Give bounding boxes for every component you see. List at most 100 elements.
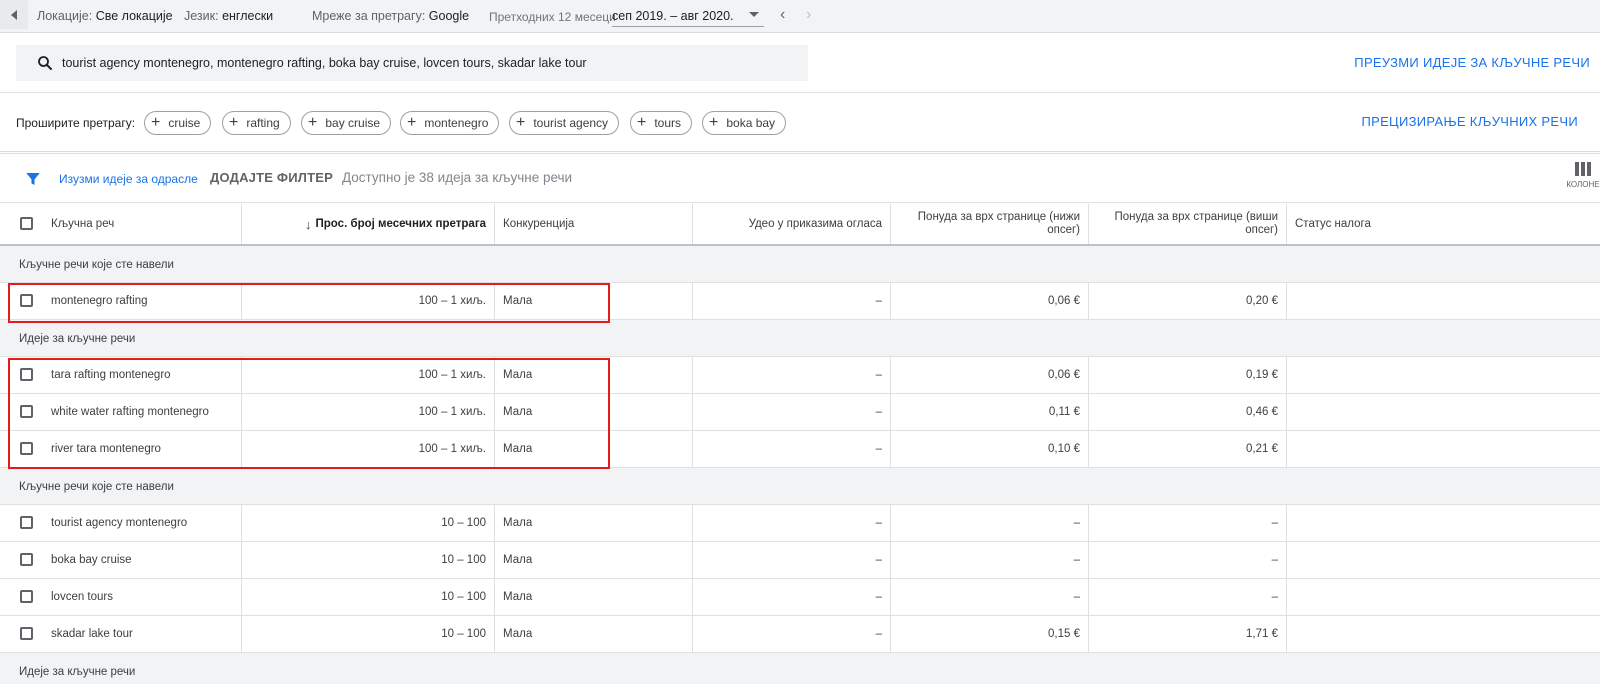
header-account-status[interactable]: Статус налога [1287, 204, 1600, 244]
chevron-right-icon[interactable]: › [806, 7, 811, 23]
chip-rafting[interactable]: + rafting [222, 111, 291, 135]
chip-label: tours [654, 116, 682, 130]
collapse-button[interactable] [0, 0, 28, 29]
group-label: Идеје за кључне речи [19, 333, 136, 345]
bid-high-cell: 0,21 € [1089, 431, 1287, 467]
chip-label: montenegro [424, 116, 489, 130]
search-icon [38, 56, 52, 70]
keyword-ideas-table: Кључна реч ↓ Прос. број месечних претраг… [0, 204, 1600, 684]
bid-high-cell: – [1089, 542, 1287, 578]
table-row: lovcen tours 10 – 100 Мала – – – [0, 579, 1600, 616]
avg-searches-cell: 100 – 1 хиљ. [242, 431, 495, 467]
locations-setting[interactable]: Локације: Све локације [37, 9, 173, 23]
refine-keywords-button[interactable]: ПРЕЦИЗИРАЊЕ КЉУЧНИХ РЕЧИ [1361, 114, 1578, 129]
chip-label: rafting [246, 116, 280, 130]
keyword-search-box[interactable]: tourist agency montenegro, montenegro ra… [16, 45, 808, 81]
bid-low-cell: – [891, 505, 1089, 541]
row-checkbox[interactable] [20, 516, 33, 529]
row-checkbox[interactable] [20, 294, 33, 307]
account-status-cell [1287, 505, 1600, 541]
keyword-text: skadar lake tour [51, 628, 133, 640]
impression-share-cell: – [693, 505, 891, 541]
date-range-underline [612, 26, 764, 27]
keyword-text: white water rafting montenegro [51, 406, 209, 418]
networks-setting[interactable]: Мреже за претрагу: Google [312, 9, 469, 23]
group-label: Кључне речи које сте навели [19, 481, 174, 493]
row-checkbox[interactable] [20, 553, 33, 566]
chevron-left-icon[interactable]: ‹ [780, 7, 785, 23]
avg-searches-cell: 100 – 1 хиљ. [242, 394, 495, 430]
header-competition[interactable]: Конкуренција [495, 204, 693, 244]
competition-cell: Мала [495, 505, 693, 541]
chip-tourist-agency[interactable]: + tourist agency [509, 111, 620, 135]
locations-label: Локације: [37, 9, 93, 23]
bid-high-cell: 1,71 € [1089, 616, 1287, 652]
keyword-cell: river tara montenegro [0, 431, 242, 467]
keyword-cell: tara rafting montenegro [0, 357, 242, 393]
chip-montenegro[interactable]: + montenegro [400, 111, 500, 135]
bid-low-cell: 0,06 € [891, 283, 1089, 319]
header-account-status-label: Статус налога [1295, 217, 1371, 230]
avg-searches-cell: 10 – 100 [242, 616, 495, 652]
competition-cell: Мала [495, 357, 693, 393]
columns-label: КОЛОНЕ [1566, 180, 1600, 189]
search-section: tourist agency montenegro, montenegro ra… [0, 34, 1600, 93]
dropdown-arrow-icon[interactable] [749, 12, 759, 17]
language-setting[interactable]: Језик: енглески [184, 9, 273, 23]
networks-value: Google [428, 9, 470, 23]
keyword-cell: montenegro rafting [0, 283, 242, 319]
expand-search-label: Проширите претрагу: [16, 116, 136, 130]
select-all-checkbox[interactable] [20, 217, 33, 230]
date-range-select[interactable]: сеп 2019. – авг 2020. [612, 9, 734, 23]
columns-button[interactable]: КОЛОНЕ [1566, 162, 1600, 198]
row-checkbox[interactable] [20, 405, 33, 418]
competition-cell: Мала [495, 431, 693, 467]
impression-share-cell: – [693, 357, 891, 393]
account-status-cell [1287, 357, 1600, 393]
header-bid-low-label: Понуда за врх странице (нижи опсег) [917, 211, 1080, 236]
sort-arrow-down-icon: ↓ [305, 216, 312, 232]
chip-boka-bay[interactable]: + boka bay [702, 111, 787, 135]
keyword-cell: tourist agency montenegro [0, 505, 242, 541]
keyword-text: tourist agency montenegro [51, 517, 188, 529]
add-filter-button[interactable]: ДОДАЈТЕ ФИЛТЕР [210, 170, 333, 185]
chip-label: cruise [168, 116, 201, 130]
table-row: tara rafting montenegro 100 – 1 хиљ. Мал… [0, 357, 1600, 394]
group-header: Идеје за кључне речи [0, 653, 1600, 684]
table-header: Кључна реч ↓ Прос. број месечних претраг… [0, 204, 1600, 246]
exclude-adult-ideas-toggle[interactable]: Изузми идеје за одрасле [59, 172, 198, 186]
columns-icon [1575, 162, 1591, 176]
chip-label: bay cruise [325, 116, 381, 130]
row-checkbox[interactable] [20, 627, 33, 640]
impression-share-cell: – [693, 283, 891, 319]
account-status-cell [1287, 431, 1600, 467]
chip-tours[interactable]: + tours [630, 111, 693, 135]
language-label: Језик: [184, 9, 219, 23]
competition-cell: Мала [495, 283, 693, 319]
chip-bay-cruise[interactable]: + bay cruise [301, 111, 392, 135]
filter-bar: Изузми идеје за одрасле ДОДАЈТЕ ФИЛТЕР Д… [0, 153, 1600, 203]
header-bid-high[interactable]: Понуда за врх странице (виши опсег) [1089, 204, 1287, 244]
keyword-text: tara rafting montenegro [51, 369, 171, 381]
bid-high-cell: 0,46 € [1089, 394, 1287, 430]
bid-low-cell: – [891, 542, 1089, 578]
header-keyword[interactable]: Кључна реч [0, 204, 242, 244]
avg-searches-cell: 10 – 100 [242, 505, 495, 541]
language-value: енглески [222, 9, 274, 23]
group-label: Кључне речи које сте навели [19, 259, 174, 271]
row-checkbox[interactable] [20, 368, 33, 381]
bid-high-cell: – [1089, 505, 1287, 541]
header-impression-share[interactable]: Удео у приказима огласа [693, 204, 891, 244]
row-checkbox[interactable] [20, 590, 33, 603]
plus-icon: + [308, 114, 318, 131]
header-bid-low[interactable]: Понуда за врх странице (нижи опсег) [891, 204, 1089, 244]
row-checkbox[interactable] [20, 442, 33, 455]
download-ideas-button[interactable]: ПРЕУЗМИ ИДЕЈЕ ЗА КЉУЧНЕ РЕЧИ [1354, 55, 1590, 70]
bid-low-cell: 0,06 € [891, 357, 1089, 393]
available-ideas-count: Доступно је 38 идеја за кључне речи [342, 170, 573, 185]
chip-cruise[interactable]: + cruise [144, 111, 212, 135]
filter-icon[interactable] [24, 170, 42, 188]
header-avg-searches[interactable]: ↓ Прос. број месечних претрага [242, 204, 495, 244]
bid-high-cell: 0,20 € [1089, 283, 1287, 319]
header-avg-searches-label: Прос. број месечних претрага [315, 217, 486, 230]
